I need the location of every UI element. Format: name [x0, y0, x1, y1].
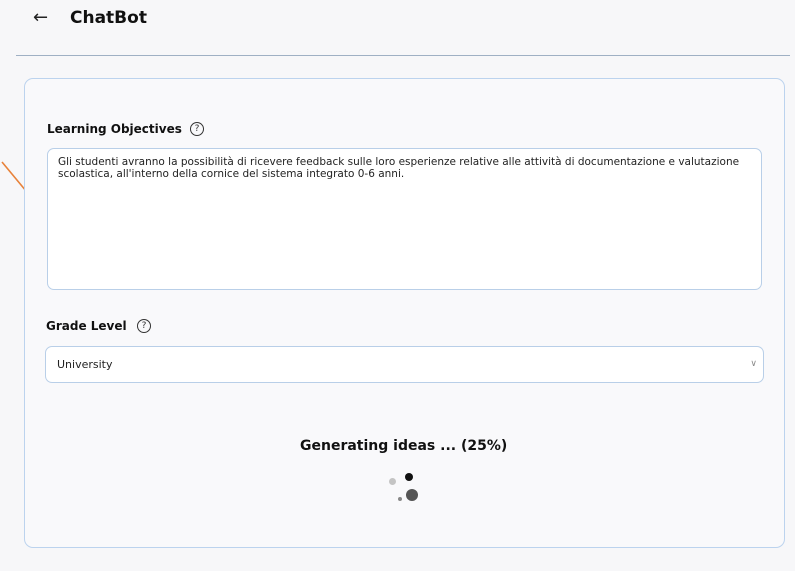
question-circle-icon[interactable]: ? [190, 122, 204, 136]
arrow-left-icon[interactable]: ← [33, 6, 48, 30]
grade-level-value: University [57, 358, 113, 371]
spinner-dot [398, 497, 402, 501]
spinner-dot [406, 489, 418, 501]
header-divider [16, 55, 790, 56]
spinner-dot [389, 478, 396, 485]
question-circle-icon[interactable]: ? [137, 319, 151, 333]
page-title: ChatBot [70, 8, 147, 28]
grade-level-select[interactable]: University ∨ [45, 346, 764, 383]
generation-status: Generating ideas ... (25%) [300, 438, 508, 454]
loading-spinner-icon [385, 470, 425, 506]
learning-objectives-label: Learning Objectives [47, 122, 182, 136]
spinner-dot [405, 473, 413, 481]
header: ← ChatBot [0, 0, 795, 56]
chevron-down-icon: ∨ [750, 359, 757, 369]
grade-level-label: Grade Level [46, 319, 127, 333]
learning-objectives-textarea[interactable]: Gli studenti avranno la possibilità di r… [47, 148, 762, 290]
